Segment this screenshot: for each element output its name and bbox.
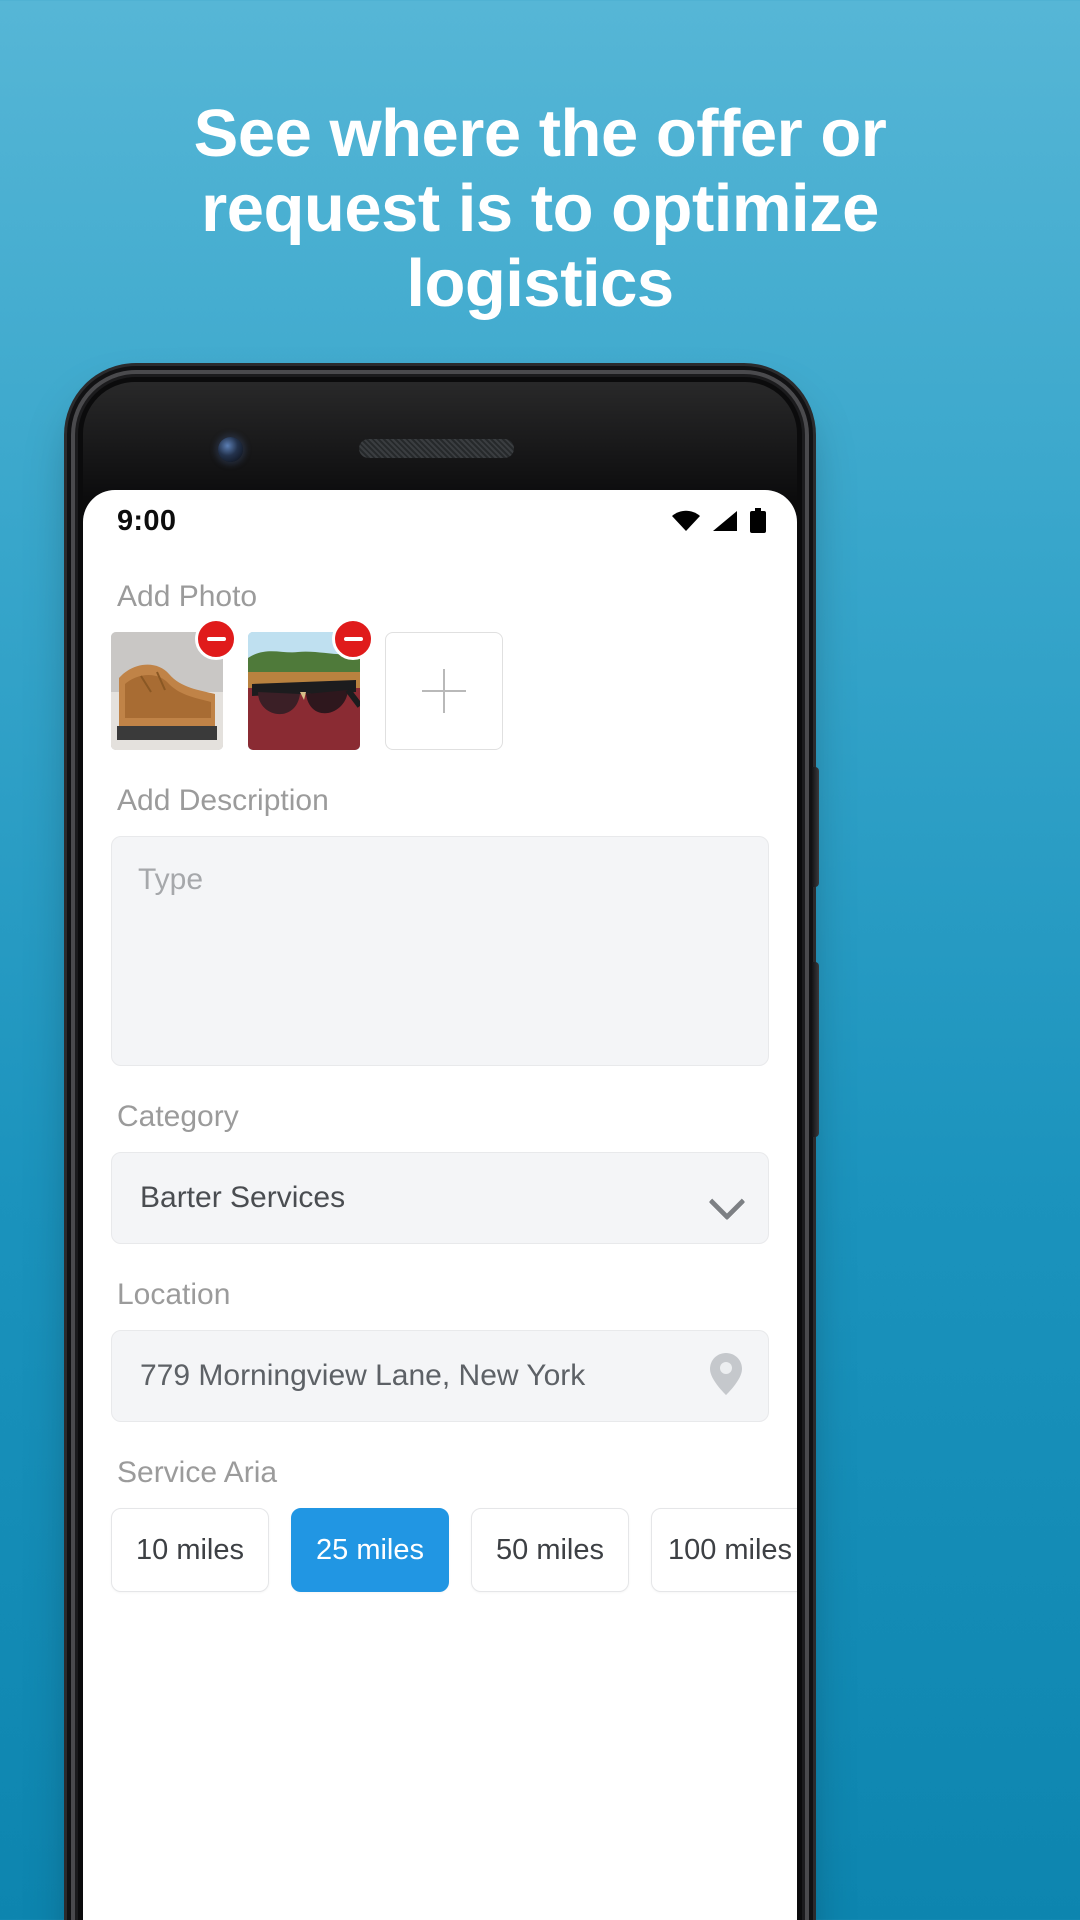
add-photo-button[interactable] (385, 632, 503, 750)
add-description-label: Add Description (117, 784, 329, 817)
volume-button[interactable] (812, 962, 819, 1137)
power-button[interactable] (812, 767, 819, 887)
add-photo-label: Add Photo (117, 580, 258, 613)
photo-item[interactable] (111, 618, 237, 750)
cellular-signal-icon (713, 511, 737, 531)
battery-icon (750, 508, 766, 533)
category-select[interactable]: Barter Services (111, 1152, 769, 1244)
photo-item[interactable] (248, 618, 374, 750)
location-value: 779 Morningview Lane, New York (140, 1359, 586, 1392)
phone-mockup: 9:00 Add Photo Add Description Type Cate… (78, 377, 819, 1920)
category-label: Category (117, 1100, 239, 1133)
status-bar-clock: 9:00 (117, 504, 177, 537)
map-pin-icon[interactable] (708, 1351, 744, 1402)
promo-headline: See where the offer or request is to opt… (193, 96, 887, 322)
earpiece-speaker-icon (359, 439, 514, 458)
service-area-chip-25[interactable]: 25 miles (291, 1508, 449, 1592)
remove-photo-button[interactable] (332, 618, 374, 660)
remove-minus-icon (206, 636, 226, 642)
remove-photo-button[interactable] (195, 618, 237, 660)
create-listing-form: Add Photo Add Description Type Category … (83, 580, 797, 1592)
phone-screen: 9:00 Add Photo Add Description Type Cate… (83, 490, 797, 1920)
service-area-chip-100[interactable]: 100 miles (651, 1508, 797, 1592)
front-camera-icon (218, 437, 243, 462)
category-selected-value: Barter Services (140, 1181, 346, 1214)
status-bar-icons (671, 508, 767, 534)
remove-minus-icon (343, 636, 363, 642)
plus-icon (422, 669, 466, 713)
service-area-options: 10 miles 25 miles 50 miles 100 miles (111, 1508, 797, 1592)
wifi-icon (672, 510, 700, 531)
service-area-chip-10[interactable]: 10 miles (111, 1508, 269, 1592)
photo-row (111, 618, 769, 750)
location-label: Location (117, 1278, 231, 1311)
location-input[interactable]: 779 Morningview Lane, New York (111, 1330, 769, 1422)
service-area-chip-50[interactable]: 50 miles (471, 1508, 629, 1592)
service-area-label: Service Aria (117, 1456, 278, 1489)
chevron-down-icon (710, 1181, 744, 1215)
description-input[interactable]: Type (111, 836, 769, 1066)
status-bar: 9:00 (83, 490, 797, 552)
